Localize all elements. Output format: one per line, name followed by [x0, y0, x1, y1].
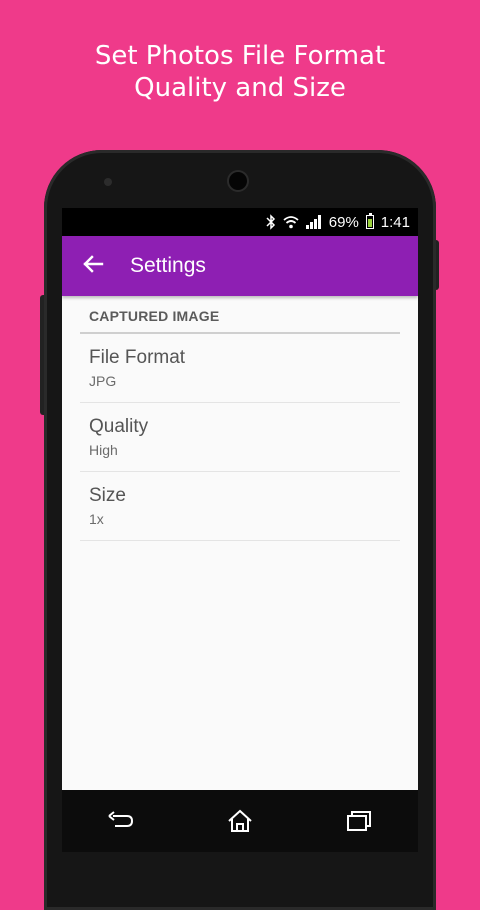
page-title: Settings	[130, 254, 206, 277]
status-bar: 69% 1:41	[62, 208, 418, 236]
back-arrow-icon[interactable]	[82, 253, 106, 279]
navigation-bar	[62, 790, 418, 852]
bluetooth-icon	[266, 214, 276, 230]
home-icon[interactable]	[220, 801, 260, 841]
front-camera	[229, 172, 247, 190]
recents-icon[interactable]	[339, 801, 379, 841]
setting-size[interactable]: Size 1x	[80, 472, 400, 541]
setting-title: File Format	[89, 347, 186, 368]
promo-line-2: Quality and Size	[134, 73, 346, 103]
battery-icon	[365, 213, 374, 229]
setting-value: High	[89, 442, 118, 458]
section-header-captured-image: CAPTURED IMAGE	[80, 296, 400, 334]
phone-screen: 69% 1:41 Settings CAPTURED IMAGE File Fo…	[62, 208, 418, 852]
setting-title: Quality	[89, 416, 149, 437]
battery-percent: 69%	[328, 213, 359, 231]
app-bar: Settings	[62, 236, 418, 296]
wifi-icon	[283, 215, 299, 229]
setting-quality[interactable]: Quality High	[80, 403, 400, 472]
setting-value: 1x	[89, 511, 104, 527]
promo-line-1: Set Photos File Format	[94, 41, 386, 71]
back-nav-icon[interactable]	[101, 801, 141, 841]
settings-list: CAPTURED IMAGE File Format JPG Quality H…	[62, 296, 418, 541]
setting-file-format[interactable]: File Format JPG	[80, 334, 400, 403]
signal-icon	[305, 215, 322, 229]
clock: 1:41	[380, 213, 410, 231]
setting-value: JPG	[89, 373, 117, 389]
setting-title: Size	[89, 485, 126, 506]
phone-sensor	[104, 178, 112, 186]
promo-caption: Set Photos File Format Quality and Size	[0, 40, 480, 104]
